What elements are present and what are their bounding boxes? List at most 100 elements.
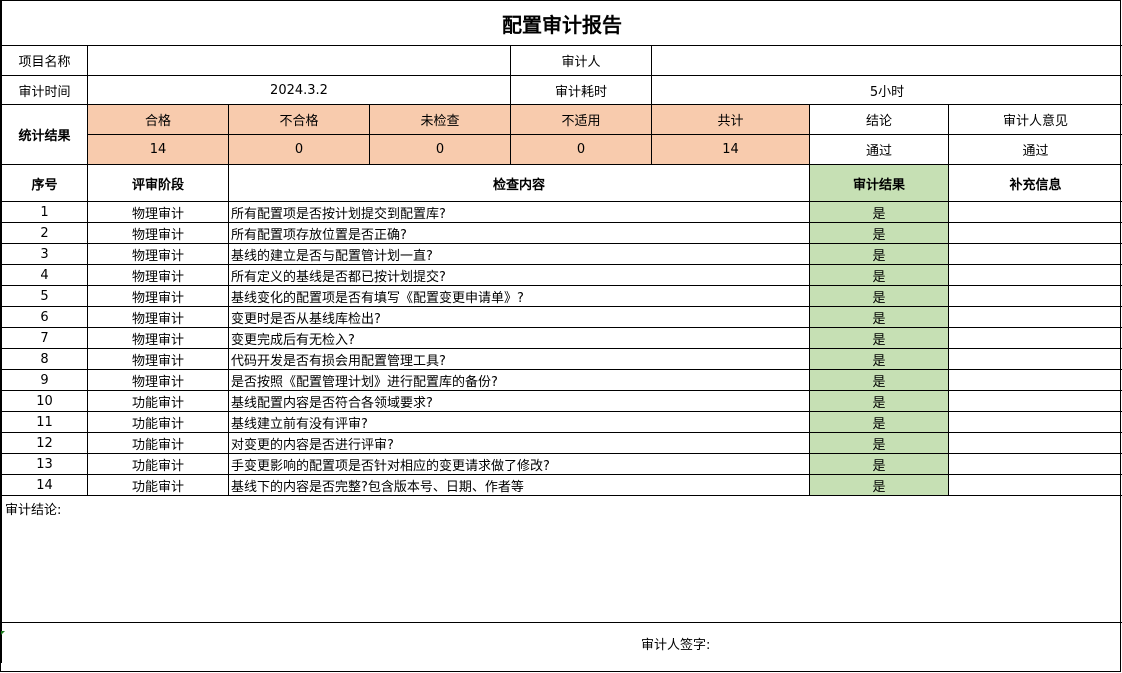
project-name-value[interactable] <box>87 45 511 76</box>
column-header-content: 检查内容 <box>228 164 810 202</box>
row-extra-info[interactable] <box>948 432 1122 454</box>
row-result[interactable]: 是 <box>809 369 949 391</box>
row-result[interactable]: 是 <box>809 411 949 433</box>
table-row: 3 物理审计 基线的建立是否与配置管计划一直? 是 <box>1 243 1122 265</box>
row-number: 11 <box>1 411 88 433</box>
row-stage: 物理审计 <box>87 264 229 286</box>
row-number: 12 <box>1 432 88 454</box>
auditor-label: 审计人 <box>510 45 652 76</box>
row-number: 10 <box>1 390 88 412</box>
row-content: 变更完成后有无检入? <box>228 327 810 349</box>
column-header-no: 序号 <box>1 164 88 202</box>
row-extra-info[interactable] <box>948 390 1122 412</box>
audit-conclusion-area[interactable]: 审计结论: <box>1 495 1122 623</box>
stats-value-na[interactable]: 0 <box>510 134 652 165</box>
row-number: 7 <box>1 327 88 349</box>
table-row: 4 物理审计 所有定义的基线是否都已按计划提交? 是 <box>1 264 1122 286</box>
audit-report-sheet: 配置审计报告 项目名称 审计人 审计时间 2024.3.2 审计耗时 5小时 统… <box>0 0 1122 672</box>
stats-value-pass[interactable]: 14 <box>87 134 229 165</box>
row-result[interactable]: 是 <box>809 201 949 223</box>
row-stage: 物理审计 <box>87 243 229 265</box>
stats-header-unchecked: 未检查 <box>369 104 511 135</box>
row-result[interactable]: 是 <box>809 243 949 265</box>
row-extra-info[interactable] <box>948 348 1122 370</box>
row-stage: 物理审计 <box>87 327 229 349</box>
row-result[interactable]: 是 <box>809 390 949 412</box>
row-result[interactable]: 是 <box>809 306 949 328</box>
table-row: 5 物理审计 基线变化的配置项是否有填写《配置变更申请单》? 是 <box>1 285 1122 307</box>
row-content: 基线配置内容是否符合各领域要求? <box>228 390 810 412</box>
row-number: 8 <box>1 348 88 370</box>
row-number: 1 <box>1 201 88 223</box>
row-extra-info[interactable] <box>948 369 1122 391</box>
stats-opinion-value[interactable]: 通过 <box>948 134 1122 165</box>
row-number: 6 <box>1 306 88 328</box>
row-content: 手变更影响的配置项是否针对相应的变更请求做了修改? <box>228 453 810 475</box>
stats-header-total: 共计 <box>651 104 810 135</box>
table-row: 2 物理审计 所有配置项存放位置是否正确? 是 <box>1 222 1122 244</box>
row-content: 基线下的内容是否完整?包含版本号、日期、作者等 <box>228 474 810 496</box>
column-header-stage: 评审阶段 <box>87 164 229 202</box>
row-number: 4 <box>1 264 88 286</box>
row-result[interactable]: 是 <box>809 264 949 286</box>
stats-value-unchecked[interactable]: 0 <box>369 134 511 165</box>
row-extra-info[interactable] <box>948 222 1122 244</box>
stats-conclusion-value[interactable]: 通过 <box>809 134 949 165</box>
row-stage: 功能审计 <box>87 474 229 496</box>
row-result[interactable]: 是 <box>809 348 949 370</box>
row-extra-info[interactable] <box>948 243 1122 265</box>
table-row: 11 功能审计 基线建立前有没有评审? 是 <box>1 411 1122 433</box>
row-result[interactable]: 是 <box>809 432 949 454</box>
audit-time-label: 审计时间 <box>1 75 88 105</box>
row-number: 13 <box>1 453 88 475</box>
row-stage: 功能审计 <box>87 453 229 475</box>
row-result[interactable]: 是 <box>809 285 949 307</box>
row-result[interactable]: 是 <box>809 327 949 349</box>
row-number: 5 <box>1 285 88 307</box>
row-extra-info[interactable] <box>948 327 1122 349</box>
row-stage: 物理审计 <box>87 222 229 244</box>
project-name-label: 项目名称 <box>1 45 88 76</box>
stats-header-na: 不适用 <box>510 104 652 135</box>
row-content: 所有配置项存放位置是否正确? <box>228 222 810 244</box>
row-extra-info[interactable] <box>948 285 1122 307</box>
audit-duration-label: 审计耗时 <box>510 75 652 105</box>
audit-time-value[interactable]: 2024.3.2 <box>87 75 511 105</box>
row-stage: 物理审计 <box>87 369 229 391</box>
row-extra-info[interactable] <box>948 306 1122 328</box>
row-content: 基线建立前有没有评审? <box>228 411 810 433</box>
stats-value-total[interactable]: 14 <box>651 134 810 165</box>
table-row: 12 功能审计 对变更的内容是否进行评审? 是 <box>1 432 1122 454</box>
row-extra-info[interactable] <box>948 474 1122 496</box>
row-result[interactable]: 是 <box>809 222 949 244</box>
row-content: 基线变化的配置项是否有填写《配置变更申请单》? <box>228 285 810 307</box>
table-row: 8 物理审计 代码开发是否有损会用配置管理工具? 是 <box>1 348 1122 370</box>
stats-header-fail: 不合格 <box>228 104 370 135</box>
table-row: 7 物理审计 变更完成后有无检入? 是 <box>1 327 1122 349</box>
row-extra-info[interactable] <box>948 201 1122 223</box>
table-row: 6 物理审计 变更时是否从基线库检出? 是 <box>1 306 1122 328</box>
row-extra-info[interactable] <box>948 453 1122 475</box>
row-number: 3 <box>1 243 88 265</box>
row-stage: 物理审计 <box>87 285 229 307</box>
table-row: 14 功能审计 基线下的内容是否完整?包含版本号、日期、作者等是 <box>1 474 1122 496</box>
row-stage: 功能审计 <box>87 432 229 454</box>
row-result[interactable]: 是 <box>809 474 949 496</box>
auditor-value[interactable] <box>651 45 1122 76</box>
audit-duration-value[interactable]: 5小时 <box>651 75 1122 105</box>
row-extra-info[interactable] <box>948 411 1122 433</box>
row-extra-info[interactable] <box>948 264 1122 286</box>
row-result[interactable]: 是 <box>809 453 949 475</box>
row-stage: 物理审计 <box>87 306 229 328</box>
row-content: 对变更的内容是否进行评审? <box>228 432 810 454</box>
row-number: 14 <box>1 474 88 496</box>
signature-label: 审计人签字: <box>641 638 711 653</box>
row-content: 是否按照《配置管理计划》进行配置库的备份? <box>228 369 810 391</box>
row-stage: 功能审计 <box>87 411 229 433</box>
signature-row[interactable]: 审计人签字: <box>1 622 1122 663</box>
row-content: 基线的建立是否与配置管计划一直? <box>228 243 810 265</box>
stats-value-fail[interactable]: 0 <box>228 134 370 165</box>
row-number: 2 <box>1 222 88 244</box>
table-row: 9 物理审计 是否按照《配置管理计划》进行配置库的备份? 是 <box>1 369 1122 391</box>
row-stage: 功能审计 <box>87 390 229 412</box>
